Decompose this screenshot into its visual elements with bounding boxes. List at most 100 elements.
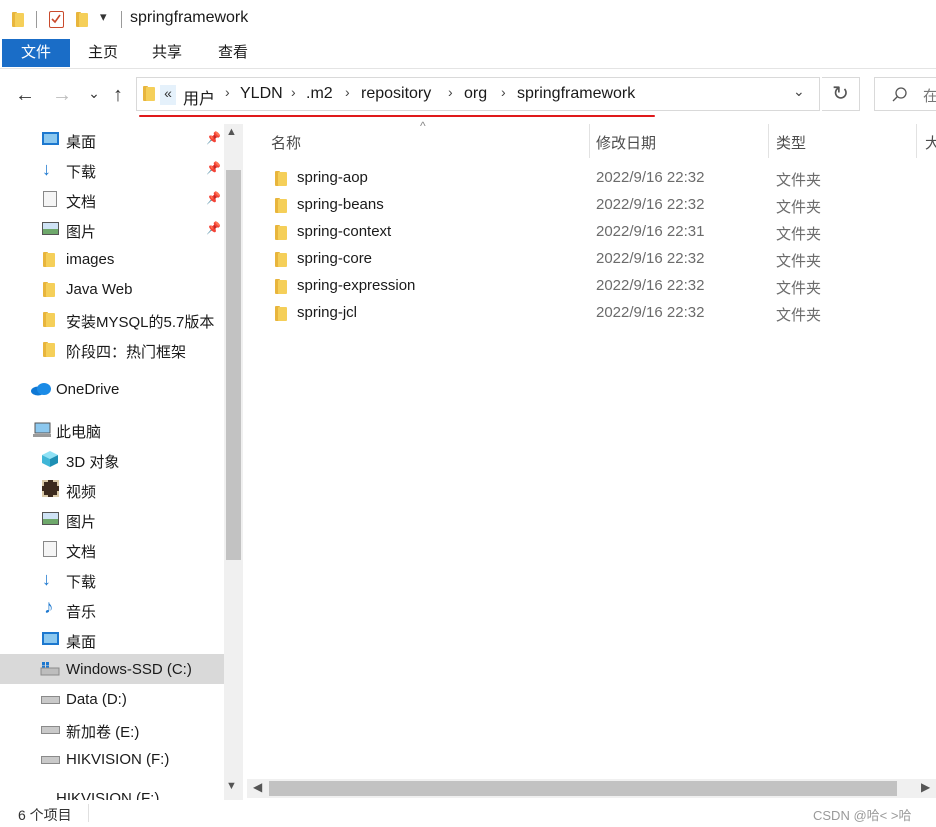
chevron-left-icon[interactable]: ◀ <box>253 780 262 794</box>
drive-icon <box>41 756 60 764</box>
chevron-right-icon[interactable]: › <box>345 84 350 100</box>
breadcrumb-org[interactable]: org <box>464 85 487 103</box>
sidebar-item-drive-f-external[interactable]: HIKVISION (F:) <box>0 784 224 800</box>
column-header-name[interactable]: 名称 <box>271 132 301 153</box>
sidebar-item-desktop[interactable]: 桌面 📌 <box>0 124 224 154</box>
list-item[interactable]: spring-core 2022/9/16 22:32 文件夹 <box>264 246 936 273</box>
sidebar-scrollbar[interactable]: ▲ ▼ <box>224 124 243 800</box>
list-item[interactable]: spring-beans 2022/9/16 22:32 文件夹 <box>264 192 936 219</box>
ribbon: 文件 主页 共享 查看 <box>0 38 936 68</box>
sidebar-item-downloads[interactable]: ↓ 下载 📌 <box>0 154 224 184</box>
folder-icon <box>43 312 55 327</box>
desktop-icon <box>42 632 59 645</box>
pin-icon[interactable]: 📌 <box>206 191 221 205</box>
item-name: spring-core <box>297 250 373 267</box>
item-type: 文件夹 <box>776 280 822 297</box>
cloud-icon <box>31 383 51 396</box>
chevron-right-icon[interactable]: › <box>291 84 296 100</box>
column-divider[interactable] <box>916 124 917 158</box>
item-modified: 2022/9/16 22:31 <box>596 223 705 240</box>
breadcrumb-repository[interactable]: repository <box>361 85 431 103</box>
column-divider[interactable] <box>589 124 590 158</box>
recent-locations-button[interactable]: ⌄ <box>82 80 106 106</box>
sidebar-item-pictures-pc[interactable]: 图片 <box>0 504 224 534</box>
properties-icon[interactable] <box>49 11 64 28</box>
windows-drive-icon <box>40 662 60 676</box>
chevron-down-icon[interactable]: ⌄ <box>793 83 805 100</box>
column-header-size[interactable]: 大 <box>925 132 936 153</box>
drive-icon <box>41 726 60 734</box>
customize-quick-access-icon[interactable]: ▾ <box>100 9 107 25</box>
breadcrumb-m2[interactable]: .m2 <box>306 85 333 103</box>
scrollbar-thumb[interactable] <box>226 170 241 560</box>
new-folder-icon[interactable] <box>76 12 88 27</box>
forward-button[interactable]: → <box>50 82 74 108</box>
item-modified: 2022/9/16 22:32 <box>596 277 705 294</box>
pictures-icon <box>42 512 59 525</box>
list-item[interactable]: spring-aop 2022/9/16 22:32 文件夹 <box>264 165 936 192</box>
list-item[interactable]: spring-context 2022/9/16 22:31 文件夹 <box>264 219 936 246</box>
divider <box>88 804 89 822</box>
tab-share[interactable]: 共享 <box>152 39 182 67</box>
back-button[interactable]: ← <box>13 82 37 108</box>
sidebar-item-desktop-pc[interactable]: 桌面 <box>0 624 224 654</box>
refresh-button[interactable]: ↻ <box>822 77 860 111</box>
list-item[interactable]: spring-expression 2022/9/16 22:32 文件夹 <box>264 273 936 300</box>
horizontal-scrollbar[interactable]: ◀ ▶ <box>247 779 936 798</box>
chevron-right-icon[interactable]: › <box>501 84 506 100</box>
tab-file[interactable]: 文件 <box>2 39 70 67</box>
item-modified: 2022/9/16 22:32 <box>596 304 705 321</box>
pin-icon[interactable]: 📌 <box>206 161 221 175</box>
column-header-type[interactable]: 类型 <box>776 132 806 153</box>
sidebar-item-stage-four[interactable]: 阶段四：热门框架 <box>0 334 224 364</box>
chevron-right-icon[interactable]: › <box>448 84 453 100</box>
sidebar-item-downloads-pc[interactable]: ↓ 下载 <box>0 564 224 594</box>
breadcrumb-springframework[interactable]: springframework <box>517 85 635 103</box>
chevron-down-icon[interactable]: ▼ <box>226 780 237 792</box>
breadcrumb-yldn[interactable]: YLDN <box>240 85 283 103</box>
sidebar-item-images[interactable]: images <box>0 244 224 274</box>
scrollbar-thumb[interactable] <box>269 781 897 796</box>
sidebar-item-java-web[interactable]: Java Web <box>0 274 224 304</box>
up-button[interactable]: ↑ <box>106 82 130 108</box>
status-bar: 6 个项目 CSDN @哈< >哈 <box>0 800 936 827</box>
sidebar-item-mysql[interactable]: 安装MYSQL的5.7版本 <box>0 304 224 334</box>
sidebar-item-pictures[interactable]: 图片 📌 <box>0 214 224 244</box>
address-bar[interactable]: « 用户 › YLDN › .m2 › repository › org › s… <box>136 77 820 111</box>
tab-home[interactable]: 主页 <box>88 39 118 67</box>
list-item[interactable]: spring-jcl 2022/9/16 22:32 文件夹 <box>264 300 936 327</box>
overflow-crumbs-button[interactable]: « <box>160 85 176 105</box>
sidebar-item-drive-c[interactable]: Windows-SSD (C:) <box>0 654 224 684</box>
item-name: spring-expression <box>297 277 416 294</box>
sidebar-item-documents[interactable]: 文档 📌 <box>0 184 224 214</box>
window-title: springframework <box>130 9 249 26</box>
pictures-icon <box>42 222 59 235</box>
pin-icon[interactable]: 📌 <box>206 221 221 235</box>
chevron-up-icon[interactable]: ▲ <box>226 126 237 138</box>
item-name: spring-beans <box>297 196 384 213</box>
pin-icon[interactable]: 📌 <box>206 131 221 145</box>
document-icon <box>43 191 57 207</box>
sidebar-item-drive-f[interactable]: HIKVISION (F:) <box>0 744 224 774</box>
column-divider[interactable] <box>768 124 769 158</box>
sidebar-item-drive-e[interactable]: 新加卷 (E:) <box>0 714 224 744</box>
sidebar-item-drive-d[interactable]: Data (D:) <box>0 684 224 714</box>
sort-ascending-icon: ^ <box>420 119 426 133</box>
breadcrumb-users[interactable]: 用户 <box>183 85 215 109</box>
sidebar-item-documents-pc[interactable]: 文档 <box>0 534 224 564</box>
sidebar-item-videos[interactable]: 视频 <box>0 474 224 504</box>
sidebar-item-label: 3D 对象 <box>66 454 120 471</box>
folder-icon <box>12 12 24 27</box>
sidebar-item-this-pc[interactable]: 此电脑 <box>0 414 224 444</box>
sidebar-item-onedrive[interactable]: OneDrive <box>0 374 224 404</box>
download-icon: ↓ <box>42 159 51 179</box>
document-icon <box>43 541 57 557</box>
chevron-right-icon[interactable]: › <box>225 84 230 100</box>
sidebar-item-music[interactable]: ♪ 音乐 <box>0 594 224 624</box>
item-modified: 2022/9/16 22:32 <box>596 250 705 267</box>
chevron-right-icon[interactable]: ▶ <box>921 780 930 794</box>
search-box[interactable]: 在 <box>874 77 936 111</box>
column-header-modified[interactable]: 修改日期 <box>596 132 656 153</box>
tab-view[interactable]: 查看 <box>218 39 248 67</box>
sidebar-item-3d-objects[interactable]: 3D 对象 <box>0 444 224 474</box>
